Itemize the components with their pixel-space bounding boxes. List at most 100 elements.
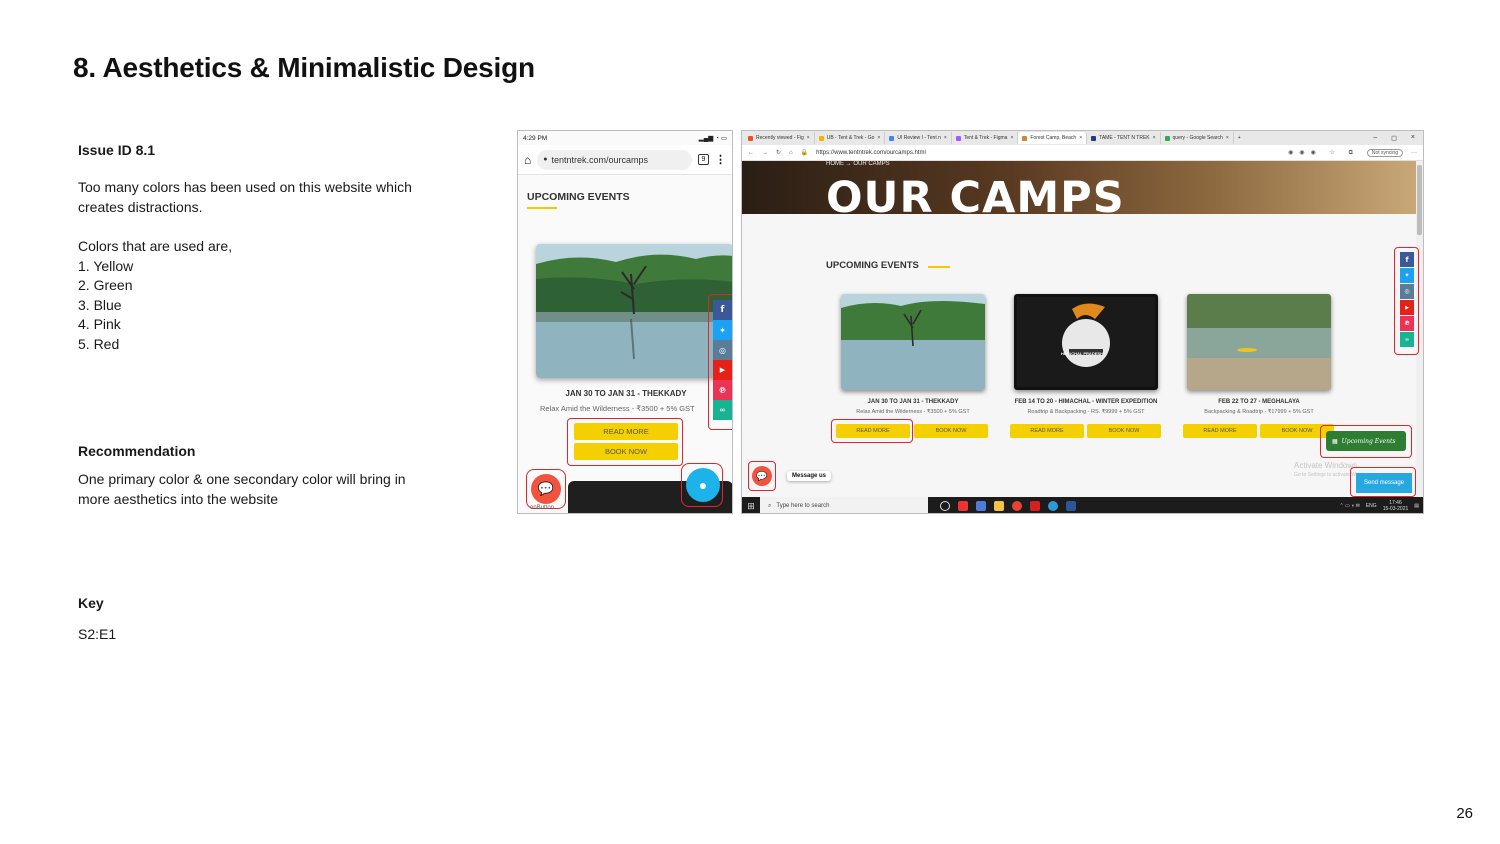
file-explorer-icon[interactable] [994, 501, 1004, 511]
youtube-icon[interactable]: ▶ [1400, 300, 1414, 315]
taskbar-search[interactable]: ⌕ Type here to search [760, 497, 928, 513]
upcoming-events-badge[interactable]: ▦ Upcoming Events [1326, 431, 1406, 451]
card-1-title: JAN 30 TO JAN 31 - THEKKADY [867, 399, 959, 405]
word-icon[interactable] [1066, 501, 1076, 511]
pinterest-icon[interactable]: ℗ [713, 380, 732, 400]
card-3-desc: Backpacking & Roadtrip - ₹17999 + 5% GST [1204, 409, 1314, 415]
phone-social-bar: f ✦ ◎ ▶ ℗ ∞ [713, 300, 732, 420]
mobile-screenshot: 4:29 PM ▂▄▆ ◔ ▭ ⌂ ● tentntrek.com/ourcam… [517, 130, 733, 514]
desktop-social-bar: f ✦ ◎ ▶ ℗ ∞ [1400, 252, 1414, 347]
window-controls[interactable]: – ◻ × [1373, 134, 1423, 142]
phone-browser-bar: ⌂ ● tentntrek.com/ourcamps 9 ⋮ [518, 145, 732, 175]
tray-icons[interactable]: ⌃ ▭ ◖ ✉ [1340, 503, 1360, 509]
edge-icon[interactable] [1048, 501, 1058, 511]
phone-read-more-button[interactable]: READ MORE [574, 423, 678, 440]
tab-1[interactable]: UB - Tent & Trek - Go × [815, 132, 886, 144]
instagram-icon[interactable]: ◎ [1400, 284, 1414, 299]
send-message-button[interactable]: Send message [1356, 473, 1412, 493]
maximize-icon: ◻ [1391, 135, 1397, 142]
chat-caption: onButton [530, 505, 555, 511]
recommendation-label: Recommendation [78, 443, 196, 459]
tab-0[interactable]: Recently viewed - Fig × [744, 132, 815, 144]
search-icon: ⌕ [768, 502, 772, 509]
new-tab-button[interactable]: + [1234, 132, 1245, 144]
pinterest-icon[interactable]: ℗ [1400, 316, 1414, 331]
card-3-title: FEB 22 TO 27 - MEGHALAYA [1218, 399, 1300, 405]
message-us-tooltip: Message us [787, 471, 832, 481]
key-label: Key [78, 595, 104, 611]
app-icon-1[interactable] [958, 501, 968, 511]
himachal-badge: HIMACHAL PRADESH [1061, 351, 1103, 356]
phone-url-field[interactable]: ● tentntrek.com/ourcamps [537, 149, 692, 170]
card-2-read-more-button[interactable]: READ MORE [1010, 424, 1084, 438]
forward-icon[interactable]: → [762, 150, 768, 156]
task-view-icon[interactable] [940, 501, 950, 511]
key-value: S2:E1 [78, 626, 117, 642]
notification-icon[interactable]: ▤ [1414, 503, 1419, 509]
twitter-icon[interactable]: ✦ [713, 320, 732, 340]
tab-3[interactable]: Tent & Trek - Figma × [952, 132, 1019, 144]
taskbar-apps [940, 501, 1076, 511]
hero-title: OUR CAMPS [826, 173, 1125, 214]
card-2-title: FEB 14 TO 20 - HIMACHAL - WINTER EXPEDIT… [1014, 399, 1158, 405]
sync-button[interactable]: Not syncing [1366, 148, 1403, 157]
browser-menu-icon[interactable]: ··· [1411, 150, 1417, 156]
facebook-icon[interactable]: f [1400, 252, 1414, 267]
instagram-icon[interactable]: ◎ [713, 340, 732, 360]
chat-bubble-icon[interactable]: 💬 [752, 466, 772, 486]
event-photo-lake[interactable] [841, 294, 985, 390]
event-photo-lake[interactable] [536, 244, 732, 378]
color-item-red: 5. Red [78, 335, 120, 352]
clock[interactable]: 17:46 15-03-2021 [1383, 500, 1409, 512]
home-icon[interactable]: ⌂ [789, 150, 793, 156]
card-1-book-now-button[interactable]: BOOK NOW [914, 424, 988, 438]
minimize-icon: – [1373, 134, 1378, 141]
issue-id-label: Issue ID 8.1 [78, 142, 156, 158]
messenger-icon[interactable]: ● [686, 468, 720, 502]
acrobat-icon[interactable] [1030, 501, 1040, 511]
facebook-icon[interactable]: f [713, 300, 732, 320]
twitter-icon[interactable]: ✦ [1400, 268, 1414, 283]
issue-description: Too many colors has been used on this we… [78, 179, 412, 215]
extensions-icons[interactable]: ◉◉◉ ☆ ⧉ [1288, 149, 1359, 157]
signal-battery-icon: ▂▄▆ ◔ ▭ [698, 135, 727, 142]
back-icon[interactable]: ← [748, 150, 754, 156]
youtube-icon[interactable]: ▶ [713, 360, 732, 380]
browser-toolbar: ← → ↻ ⌂ 🔒 https://www.tentntrek.com/ourc… [742, 145, 1423, 161]
tab-5[interactable]: TAME - TENT N TREK × [1087, 132, 1161, 144]
event-photo-meghalaya[interactable] [1187, 294, 1331, 390]
chat-bubble-icon[interactable]: 💬 [531, 474, 561, 504]
slide-title: 8. Aesthetics & Minimalistic Design [73, 52, 535, 83]
card-3-read-more-button[interactable]: READ MORE [1183, 424, 1257, 438]
app-icon-2[interactable] [976, 501, 986, 511]
overflow-menu-icon[interactable]: ⋮ [715, 153, 726, 166]
address-bar[interactable]: https://www.tentntrek.com/ourcamps.html [816, 150, 1280, 156]
tab-count-button[interactable]: 9 [698, 154, 709, 165]
tripadvisor-icon[interactable]: ∞ [713, 400, 732, 420]
tab-2[interactable]: UI Review I - Tent n × [885, 132, 952, 144]
color-item-pink: 4. Pink [78, 316, 121, 332]
breadcrumb[interactable]: HOME → OUR CAMPS [826, 161, 890, 167]
windows-start-icon[interactable]: ⊞ [742, 501, 760, 512]
close-icon: × [1410, 134, 1415, 141]
phone-event-desc: Relax Amid the Wilderness - ₹3500 + 5% G… [540, 404, 695, 413]
chrome-icon[interactable] [1012, 501, 1022, 511]
calendar-icon: ▦ [1332, 437, 1338, 445]
tab-6[interactable]: query - Google Search × [1161, 132, 1234, 144]
card-1-read-more-button[interactable]: READ MORE [836, 424, 910, 438]
phone-event-title: JAN 30 TO JAN 31 - THEKKADY [565, 389, 687, 398]
desktop-section-heading: UPCOMING EVENTS [826, 260, 919, 271]
browser-tab-strip: Recently viewed - Fig × UB - Tent & Trek… [742, 131, 1423, 145]
reload-icon[interactable]: ↻ [776, 149, 781, 156]
phone-book-now-button[interactable]: BOOK NOW [574, 443, 678, 460]
colors-intro: Colors that are used are, [78, 238, 233, 254]
home-icon[interactable]: ⌂ [524, 153, 531, 167]
lock-icon: 🔒 [800, 150, 809, 156]
tripadvisor-icon[interactable]: ∞ [1400, 332, 1414, 347]
phone-status-bar: 4:29 PM ▂▄▆ ◔ ▭ [518, 131, 732, 145]
card-2-book-now-button[interactable]: BOOK NOW [1087, 424, 1161, 438]
language-indicator[interactable]: ENG [1366, 503, 1377, 509]
tab-4-active[interactable]: Forest Camp, Beach × [1018, 132, 1088, 144]
phone-time: 4:29 PM [523, 134, 548, 142]
event-photo-himachal[interactable]: HIMACHAL PRADESH [1014, 294, 1158, 390]
